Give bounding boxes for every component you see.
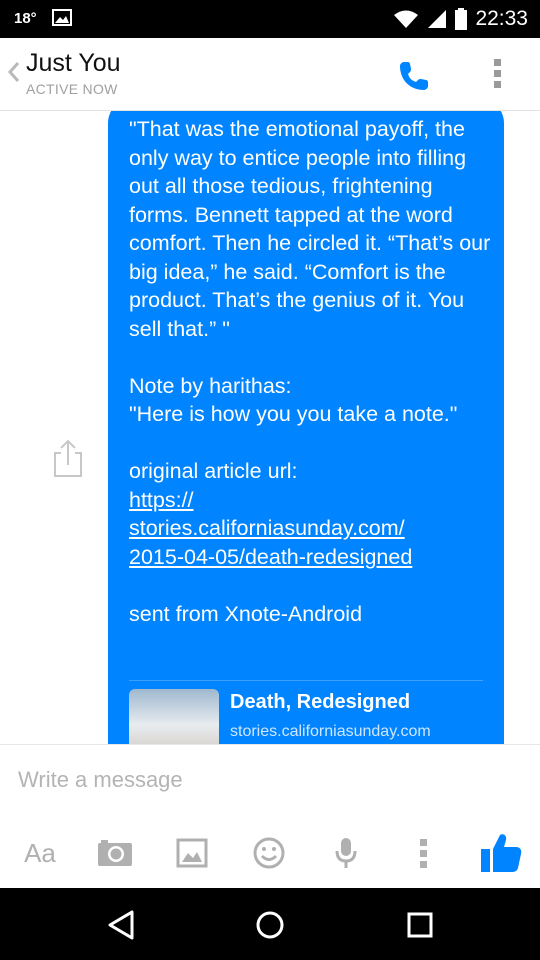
link-preview-thumbnail[interactable] [129, 689, 219, 744]
wifi-icon [394, 10, 419, 28]
contact-name[interactable]: Just You [26, 49, 121, 78]
image-notification-icon [52, 9, 72, 26]
share-icon[interactable] [48, 437, 88, 481]
preview-divider [129, 680, 483, 681]
message-text: "That was the emotional payoff, the only… [129, 115, 494, 628]
camera-icon[interactable] [97, 831, 133, 875]
composer: Aa [0, 744, 540, 889]
back-chevron-icon[interactable] [6, 60, 22, 84]
system-navigation-bar [0, 888, 540, 960]
status-icons: 22:33 [393, 6, 528, 32]
more-options-icon[interactable] [484, 54, 512, 94]
quote-text: "That was the emotional payoff, the only… [129, 117, 497, 341]
link-preview-title[interactable]: Death, Redesigned [230, 691, 410, 714]
message-bubble[interactable]: "That was the emotional payoff, the only… [108, 111, 504, 744]
emoji-icon[interactable] [252, 831, 286, 875]
battery-icon [455, 8, 468, 30]
back-nav-icon[interactable] [104, 908, 138, 942]
like-thumbs-up-icon[interactable] [480, 831, 522, 875]
signature-text: sent from Xnote-Android [129, 601, 363, 626]
temperature: 18° [14, 10, 37, 27]
note-label: Note by harithas: [129, 373, 292, 398]
gallery-icon[interactable] [176, 831, 208, 875]
message-input[interactable] [18, 763, 518, 797]
clock: 22:33 [475, 7, 528, 30]
conversation-header: Just You ACTIVE NOW [0, 38, 540, 111]
home-nav-icon[interactable] [253, 908, 287, 942]
url-label: original article url: [129, 459, 298, 483]
recents-nav-icon[interactable] [403, 908, 437, 942]
more-tools-icon[interactable] [416, 831, 432, 875]
text-format-button[interactable]: Aa [20, 831, 60, 875]
note-text: "Here is how you you take a note." [129, 402, 458, 426]
article-url-link[interactable]: https:// stories.californiasunday.com/ 2… [129, 488, 412, 569]
message-list[interactable]: "That was the emotional payoff, the only… [0, 111, 540, 744]
phone-call-icon[interactable] [394, 56, 434, 96]
microphone-icon[interactable] [334, 831, 358, 875]
signal-icon [428, 10, 447, 28]
active-status: ACTIVE NOW [26, 81, 118, 97]
status-bar: 18° 22:33 [0, 0, 540, 38]
link-preview-url: stories.californiasunday.com [230, 723, 431, 740]
